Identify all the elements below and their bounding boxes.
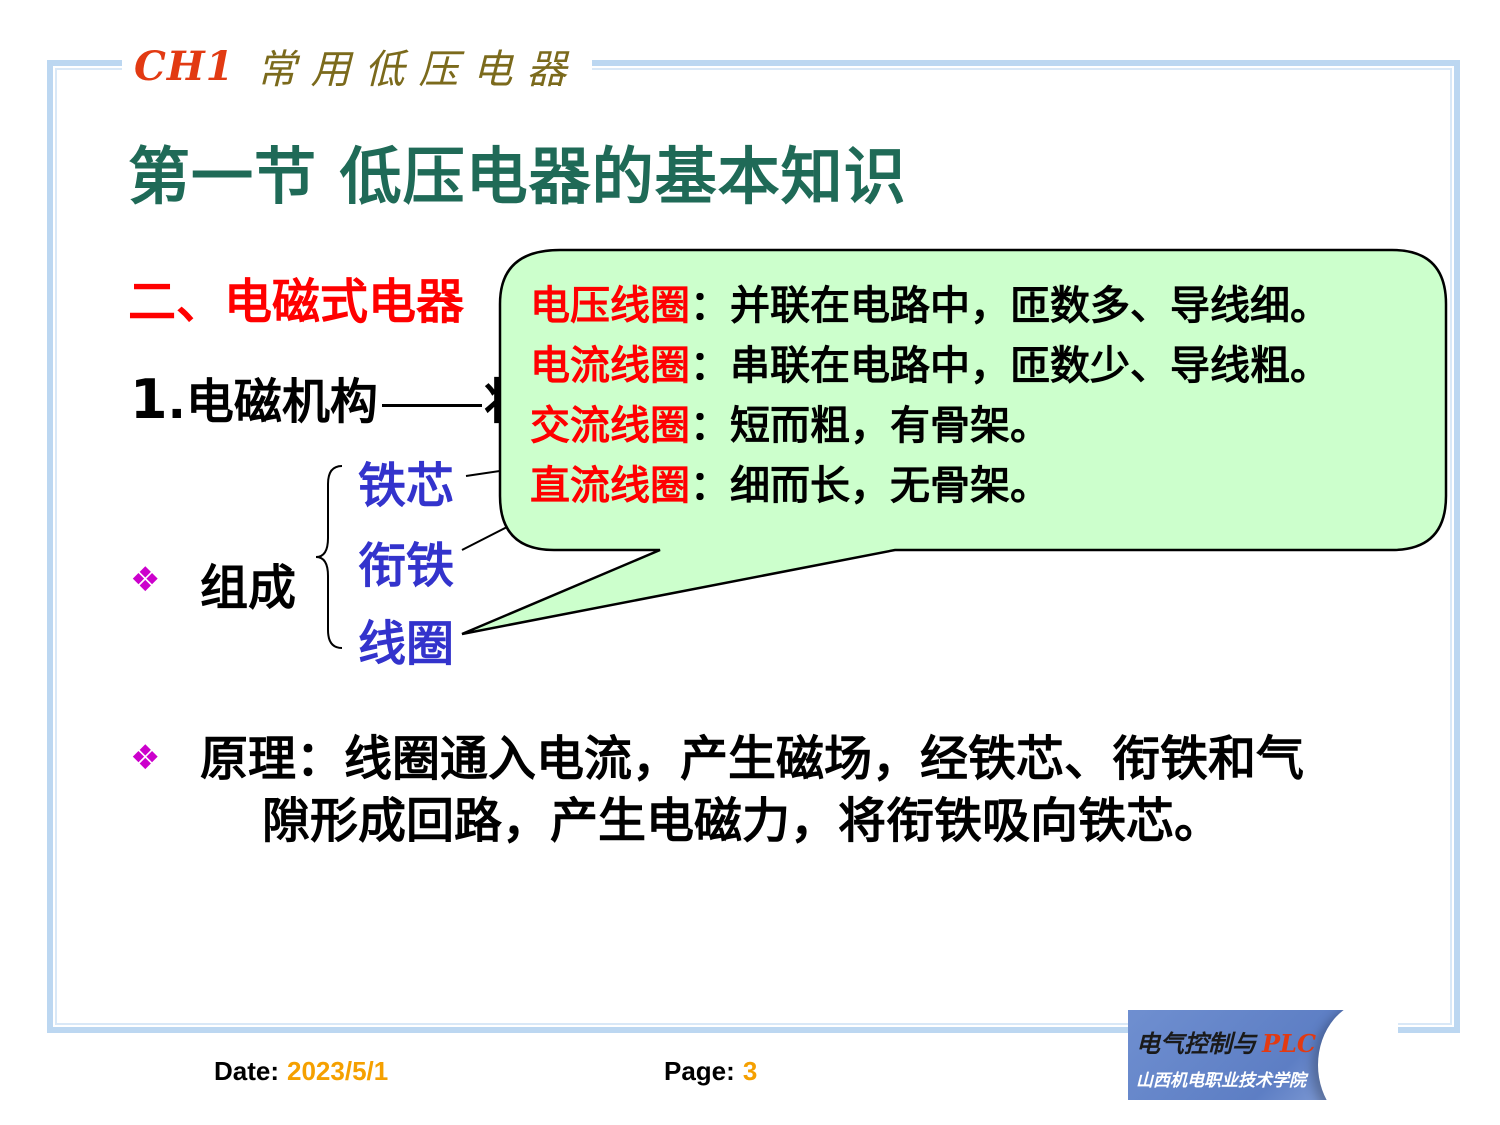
- page-curl-decoration: [1318, 1010, 1398, 1100]
- logo-title: 电气控制与 PLC: [1136, 1029, 1317, 1058]
- page-value: 3: [742, 1056, 758, 1086]
- callout-bubble: [461, 248, 1448, 636]
- logo-subtitle: 山西机电职业技术学院: [1136, 1071, 1306, 1091]
- callout-line-ac-coil: 交流线圈：短而粗，有骨架。: [530, 403, 1050, 449]
- course-logo: 电气控制与 PLC 山西机电职业技术学院: [1128, 1010, 1398, 1100]
- footer-page: Page: 3: [664, 1056, 757, 1087]
- callout-text: 电压线圈：并联在电路中，匝数多、导线细。 电流线圈：串联在电路中，匝数少、导线粗…: [530, 276, 1330, 516]
- callout-line-dc-coil: 直流线圈：细而长，无骨架。: [530, 463, 1050, 509]
- date-label: Date:: [214, 1056, 280, 1086]
- callout-line-voltage-coil: 电压线圈：并联在电路中，匝数多、导线细。: [530, 283, 1330, 329]
- callout-line-current-coil: 电流线圈：串联在电路中，匝数少、导线粗。: [530, 343, 1330, 389]
- page-label: Page:: [664, 1056, 735, 1086]
- date-value: 2023/5/1: [287, 1056, 389, 1086]
- footer-date: Date: 2023/5/1: [214, 1056, 388, 1087]
